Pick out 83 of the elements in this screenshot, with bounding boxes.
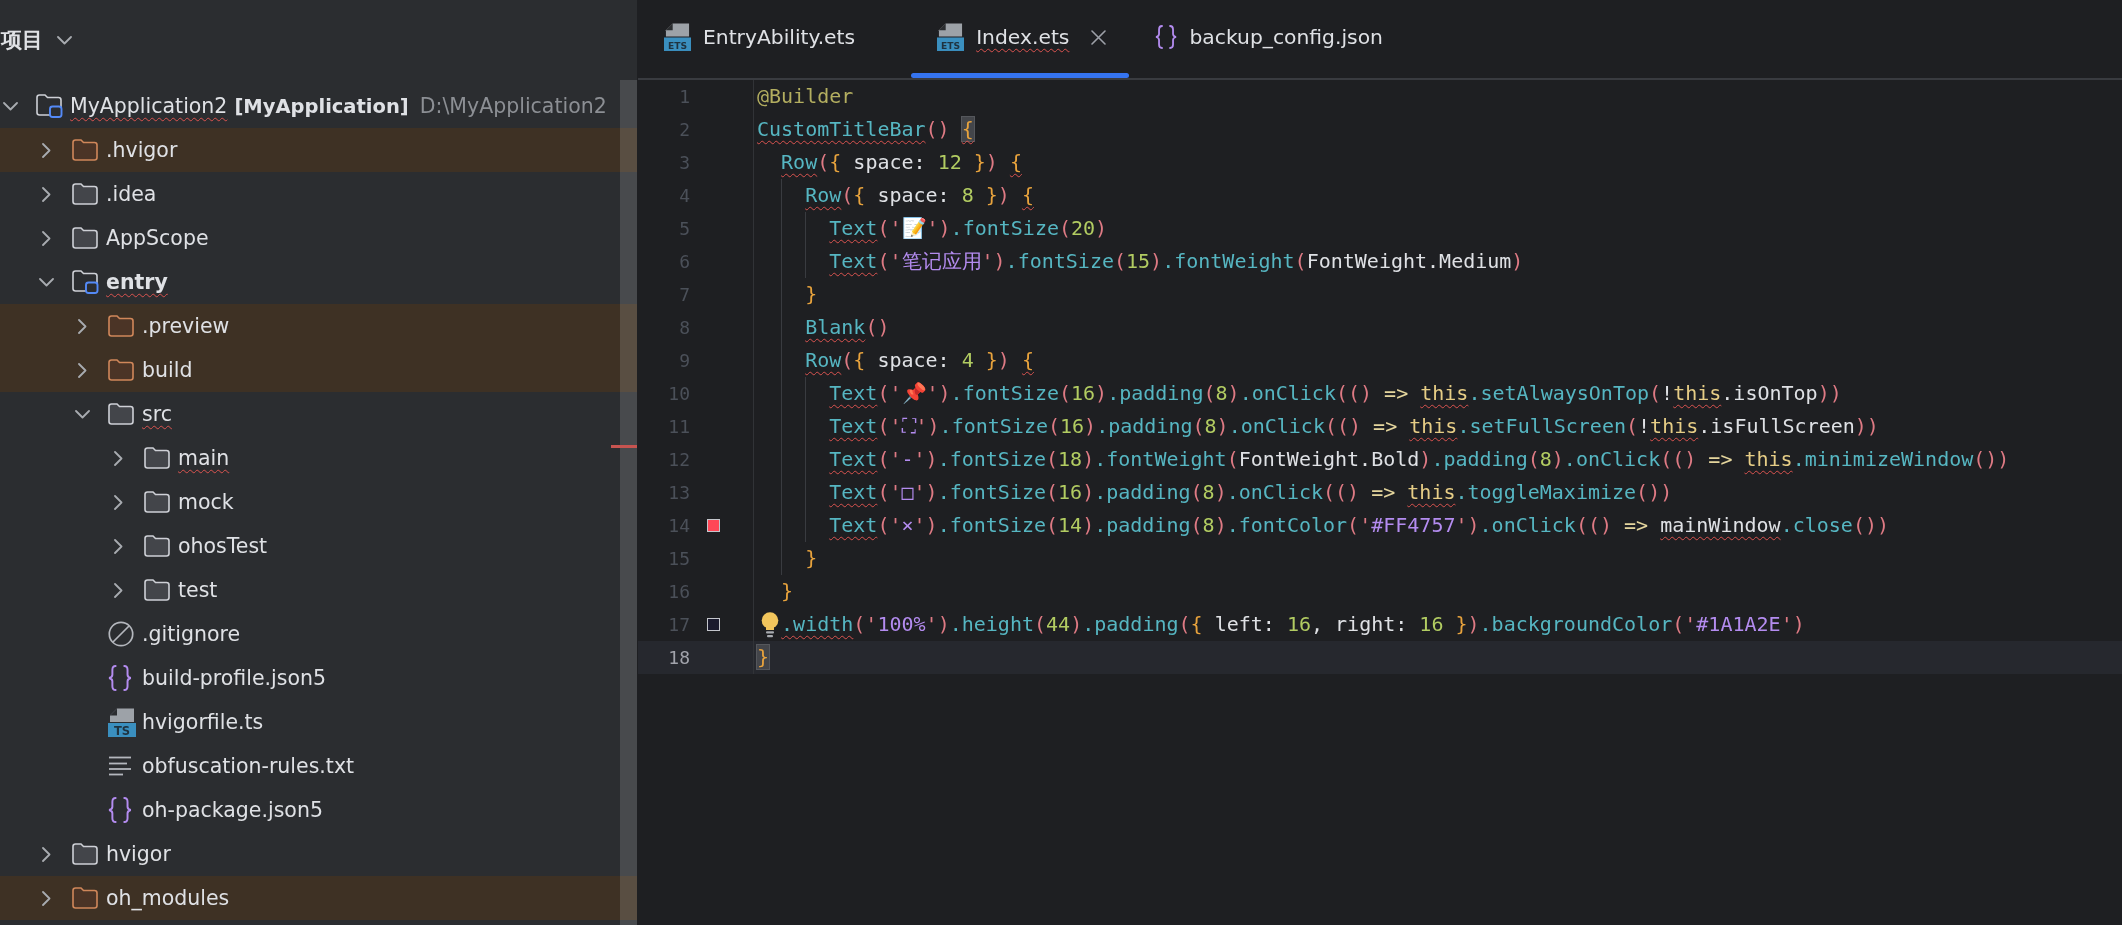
ban-icon: [108, 621, 134, 647]
editor-tab[interactable]: ETS Index.ets: [911, 0, 1130, 78]
chevron-down-icon[interactable]: [3, 101, 18, 111]
code-line: Row({ space: 8 }) {: [805, 182, 1034, 209]
code-line: Text('📌').fontSize(16).padding(8).onClick(() => this.setAlwaysOnTop(!this.isOnTop)): [829, 380, 1842, 407]
chevron-right-icon[interactable]: [114, 582, 123, 598]
line-number: 18: [667, 647, 690, 668]
chevron-right-icon[interactable]: [42, 846, 51, 862]
close-icon[interactable]: [1091, 29, 1107, 45]
code-line: Row({ space: 12 }) {: [781, 149, 1022, 176]
folder-icon: [144, 535, 170, 557]
chevron-down-icon: [57, 35, 72, 45]
code-line: }: [805, 281, 818, 308]
text-file-icon: [108, 756, 132, 776]
tree-item[interactable]: ohosTest: [0, 524, 637, 568]
module-folder-icon: [72, 270, 99, 294]
tree-item[interactable]: main: [0, 436, 637, 480]
tree-item[interactable]: mock: [0, 480, 637, 524]
editor-tab[interactable]: ETS EntryAbility.ets: [638, 0, 912, 78]
color-swatch-icon[interactable]: [707, 618, 720, 631]
chevron-right-icon[interactable]: [114, 450, 123, 466]
code-line: Row({ space: 4 }) {: [805, 347, 1034, 374]
module-folder-icon: [36, 94, 63, 118]
tree-item[interactable]: build: [0, 348, 637, 392]
folder-icon: [72, 183, 98, 205]
code-line: }: [805, 545, 818, 572]
project-path: D:\MyApplication2: [419, 94, 607, 118]
tree-item[interactable]: build-profile.json5: [0, 656, 637, 700]
folder-icon: [72, 139, 98, 161]
code-line: Text('📝').fontSize(20): [829, 215, 1108, 242]
folder-icon: [72, 843, 98, 865]
folder-icon: [72, 887, 98, 909]
chevron-right-icon[interactable]: [78, 362, 87, 378]
braces-icon: [108, 797, 132, 823]
tree-item[interactable]: .gitignore: [0, 612, 637, 656]
tree-item[interactable]: .hvigor: [0, 128, 637, 172]
error-mark-icon: [611, 445, 637, 448]
color-swatch-icon[interactable]: [707, 519, 720, 532]
tree-item[interactable]: oh-package.json5: [0, 788, 637, 832]
lightbulb-icon[interactable]: [760, 611, 779, 638]
folder-icon: [108, 359, 134, 381]
code-line: CustomTitleBar() {: [757, 116, 974, 143]
chevron-down-icon[interactable]: [75, 409, 90, 419]
chevron-right-icon[interactable]: [42, 142, 51, 158]
braces-icon: [1155, 25, 1178, 49]
folder-icon: [108, 315, 134, 337]
chevron-right-icon[interactable]: [114, 538, 123, 554]
tree-item[interactable]: MyApplication2 [MyApplication] D:\MyApplication2: [0, 84, 637, 128]
tree-item[interactable]: TS hvigorfile.ts: [0, 700, 637, 744]
tree-item[interactable]: obfuscation-rules.txt: [0, 744, 637, 788]
code-line: Text('-').fontSize(18).fontWeight(FontWeight.Bold).padding(8).onClick(() => this.minimizeWindow()): [829, 446, 2010, 473]
chevron-right-icon[interactable]: [42, 230, 51, 246]
tree-item[interactable]: .preview: [0, 304, 637, 348]
code-line: @Builder: [757, 83, 854, 110]
folder-icon: [144, 579, 170, 601]
code-line: Text('⛶').fontSize(16).padding(8).onClick(() => this.setFullScreen(!this.isFullScreen)): [829, 413, 1879, 440]
tree-item[interactable]: entry: [0, 260, 637, 304]
chevron-right-icon[interactable]: [42, 186, 51, 202]
module-name: [MyApplication]: [234, 94, 409, 118]
folder-icon: [144, 447, 170, 469]
folder-icon: [108, 403, 134, 425]
code-line: Text('□').fontSize(16).padding(8).onClick(() => this.toggleMaximize()): [829, 479, 1673, 506]
chevron-down-icon[interactable]: [39, 277, 54, 287]
code-line: Blank(): [805, 314, 890, 341]
tree-item[interactable]: hvigor: [0, 832, 637, 876]
chevron-right-icon[interactable]: [114, 494, 123, 510]
chevron-right-icon[interactable]: [78, 318, 87, 334]
tree-item[interactable]: AppScope: [0, 216, 637, 260]
tree-item[interactable]: oh_modules: [0, 876, 637, 920]
tree-item[interactable]: src: [0, 392, 637, 436]
view-selector[interactable]: 项目: [1, 26, 72, 54]
tree-item[interactable]: test: [0, 568, 637, 612]
editor-tab[interactable]: backup_config.json: [1129, 0, 1439, 78]
code-line: .width('100%').height(44).padding({ left: 16, right: 16 }).backgroundColor('#1A1A2E'): [781, 611, 1805, 638]
code-line: Text('笔记应用').fontSize(15).fontWeight(FontWeight.Medium): [829, 248, 1524, 275]
scrollbar-thumb[interactable]: [620, 80, 637, 925]
code-line: Text('×').fontSize(14).padding(8).fontColor('#FF4757').onClick(() => mainWindow.close()): [829, 512, 1889, 539]
code-line: }: [781, 578, 794, 605]
tree-item[interactable]: .idea: [0, 172, 637, 216]
folder-icon: [72, 227, 98, 249]
chevron-right-icon[interactable]: [42, 890, 51, 906]
folder-icon: [144, 491, 170, 513]
braces-icon: [108, 665, 132, 691]
